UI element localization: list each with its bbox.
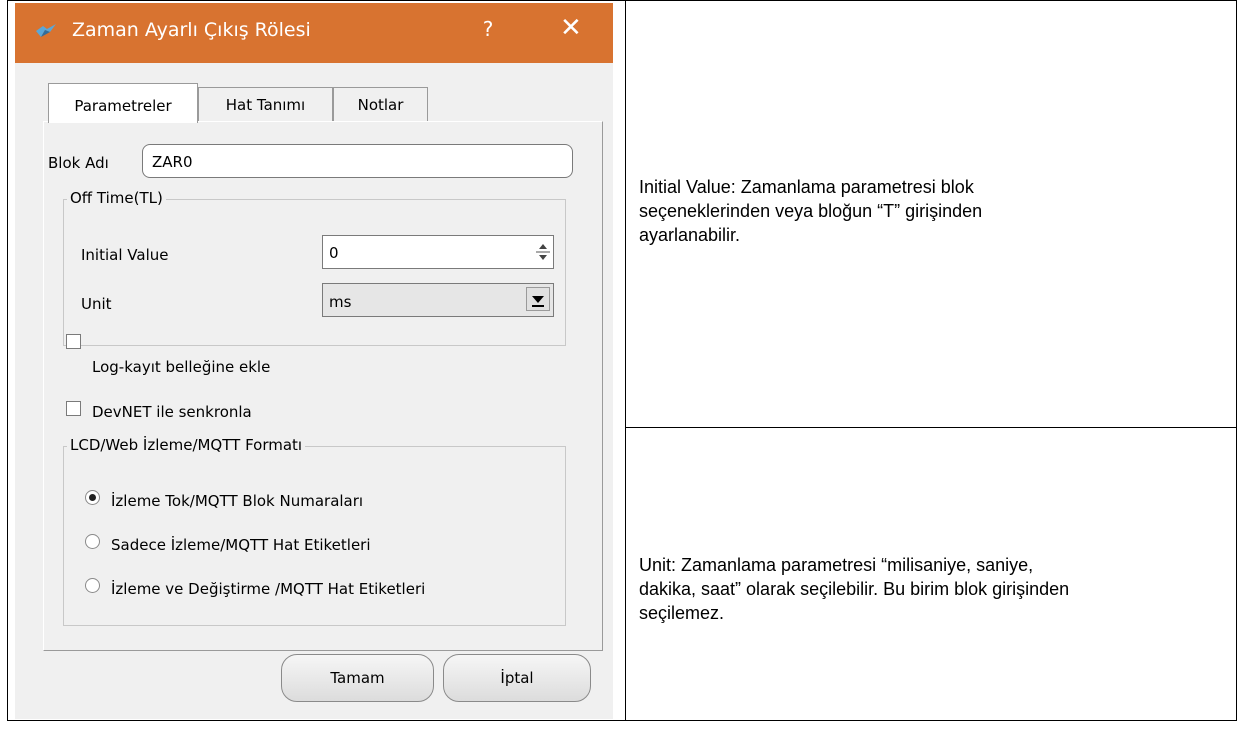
block-name-value: ZAR0 (152, 153, 193, 171)
initial-value-note: Initial Value: Zamanlama parametresi blo… (639, 175, 1229, 247)
tab-label: Notlar (357, 96, 404, 114)
table-border-row (625, 427, 1237, 428)
cancel-button[interactable]: İptal (443, 654, 591, 702)
help-button[interactable]: ? (478, 17, 498, 41)
devnet-sync-checkbox[interactable] (66, 401, 81, 416)
timer-relay-dialog: Zaman Ayarlı Çıkış Rölesi ? ✕ Parametrel… (15, 3, 613, 719)
note-line: dakika, saat” olarak seçilebilir. Bu bir… (639, 579, 1070, 599)
radio-block-numbers[interactable] (85, 490, 100, 505)
table-border-right (1236, 0, 1237, 721)
radio-edit-line-labels-label: İzleme ve Değiştirme /MQTT Hat Etiketler… (111, 580, 426, 598)
radio-line-labels[interactable] (85, 534, 100, 549)
block-name-input[interactable]: ZAR0 (142, 144, 573, 178)
tab-notlar[interactable]: Notlar (333, 87, 428, 121)
table-border-left (7, 0, 8, 721)
dialog-titlebar: Zaman Ayarlı Çıkış Rölesi ? ✕ (15, 3, 613, 63)
initial-value-spinbox[interactable]: 0 (322, 235, 554, 269)
spinner-arrows-icon[interactable] (535, 239, 551, 265)
chevron-down-icon (532, 296, 544, 307)
unit-select[interactable]: ms (322, 283, 554, 317)
off-time-group (63, 199, 566, 346)
block-name-label: Blok Adı (48, 154, 109, 172)
note-line: ayarlanabilir. (639, 225, 741, 245)
log-record-label: Log-kayıt belleğine ekle (92, 358, 271, 376)
table-border-bottom (7, 720, 1237, 721)
radio-selected-dot (89, 494, 96, 501)
dropdown-button[interactable] (526, 287, 550, 311)
note-line: Unit: Zamanlama parametresi “milisaniye,… (639, 555, 1034, 575)
table-border-middle (625, 0, 626, 721)
note-line: seçilemez. (639, 603, 725, 623)
tab-hat-tanimi[interactable]: Hat Tanımı (198, 87, 333, 121)
unit-note: Unit: Zamanlama parametresi “milisaniye,… (639, 553, 1234, 625)
tab-label: Hat Tanımı (225, 96, 306, 114)
radio-line-labels-label: Sadece İzleme/MQTT Hat Etiketleri (111, 536, 371, 554)
table-border-top (7, 0, 1237, 1)
ok-button[interactable]: Tamam (281, 654, 434, 702)
dialog-title: Zaman Ayarlı Çıkış Rölesi (72, 19, 311, 41)
tab-parametreler[interactable]: Parametreler (48, 83, 198, 123)
unit-value: ms (329, 293, 352, 311)
unit-label: Unit (81, 295, 112, 313)
note-line: Initial Value: Zamanlama parametresi blo… (639, 177, 974, 197)
app-icon (36, 24, 56, 37)
document-page: Zaman Ayarlı Çıkış Rölesi ? ✕ Parametrel… (0, 0, 1243, 736)
note-line: seçeneklerinden veya bloğun “T” girişind… (639, 201, 983, 221)
radio-edit-line-labels[interactable] (85, 578, 100, 593)
initial-value-label: Initial Value (81, 246, 169, 264)
log-record-checkbox[interactable] (66, 334, 81, 349)
devnet-sync-label: DevNET ile senkronla (92, 403, 252, 421)
off-time-legend: Off Time(TL) (67, 189, 166, 207)
tab-label: Parametreler (74, 97, 172, 115)
initial-value-text: 0 (329, 244, 339, 262)
radio-block-numbers-label: İzleme Tok/MQTT Blok Numaraları (111, 492, 364, 510)
lcd-format-legend: LCD/Web İzleme/MQTT Formatı (67, 436, 306, 454)
close-button[interactable]: ✕ (560, 13, 582, 43)
